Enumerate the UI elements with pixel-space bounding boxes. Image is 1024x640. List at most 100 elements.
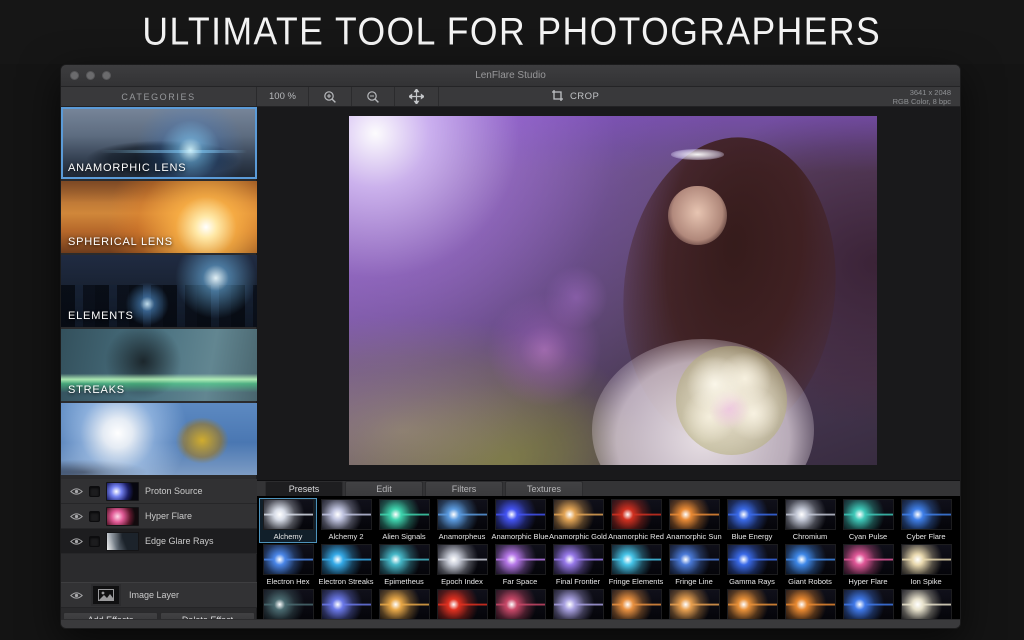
preset-name: Fringe Line (675, 577, 713, 586)
preset-ion-spike[interactable]: Ion Spike (897, 543, 955, 588)
sidebar: ANAMORPHIC LENS SPHERICAL LENS ELEMENTS STR… (61, 107, 257, 620)
toolbar-divider (438, 87, 439, 106)
layer-row-proton-source[interactable]: Proton Source (61, 479, 257, 504)
preset-thumbnail (437, 499, 488, 530)
layer-checkbox[interactable] (89, 486, 100, 497)
bride-bouquet (676, 346, 787, 454)
preset-name: Ion Spike (910, 577, 941, 586)
eye-icon[interactable] (69, 509, 83, 523)
preset-name: Alien Signals (382, 532, 425, 541)
tab-edit[interactable]: Edit (345, 481, 423, 496)
preset-alien-signals[interactable]: Alien Signals (375, 498, 433, 543)
preset-anamorphic-red[interactable]: Anamorphic Red (607, 498, 665, 543)
preset-name: Epimetheus (384, 577, 424, 586)
preset-name: Cyan Pulse (849, 532, 887, 541)
preset-thumbnail (495, 544, 546, 575)
preset-cyber-flare[interactable]: Cyber Flare (897, 498, 955, 543)
preset-anamorphic-sun[interactable]: Anamorphic Sun (665, 498, 723, 543)
preset-fringe-elements[interactable]: Fringe Elements (607, 543, 665, 588)
preset-name: Hyper Flare (848, 577, 887, 586)
zoom-out-button[interactable] (352, 87, 394, 106)
effect-layer-list: Proton SourceHyper Flare Edge Glare Rays (61, 479, 257, 554)
minimize-button[interactable] (86, 71, 95, 80)
layer-row-hyper-flare[interactable]: Hyper Flare (61, 504, 257, 529)
preset-name: Alchemy 2 (328, 532, 363, 541)
category-elements[interactable]: ELEMENTS (61, 255, 257, 327)
preset-alchemy-2[interactable]: Alchemy 2 (317, 498, 375, 543)
category-anamorphic-lens[interactable]: ANAMORPHIC LENS (61, 107, 257, 179)
preset-anamorphic-blue[interactable]: Anamorphic Blue (491, 498, 549, 543)
move-arrows-icon (409, 89, 424, 104)
preset-blue-energy[interactable]: Blue Energy (723, 498, 781, 543)
layer-thumbnail (106, 482, 139, 501)
photo-bride (349, 116, 877, 465)
preset-thumbnail (263, 589, 314, 620)
preset-cyan-pulse[interactable]: Cyan Pulse (839, 498, 897, 543)
preset-electron-hex[interactable]: Electron Hex (259, 543, 317, 588)
crop-label: CROP (570, 91, 599, 102)
layer-row-edge-glare-rays[interactable]: Edge Glare Rays (61, 529, 257, 554)
preset-chromium[interactable]: Chromium (781, 498, 839, 543)
category-streaks[interactable]: STREAKS (61, 329, 257, 401)
preset-electron-streaks[interactable]: Electron Streaks (317, 543, 375, 588)
category-thumbnail-4[interactable] (61, 403, 257, 475)
preset-thumbnail (843, 499, 894, 530)
image-layer-row[interactable]: Image Layer (61, 582, 257, 608)
zoom-level: 100 % (257, 87, 308, 106)
preset-final-frontier[interactable]: Final Frontier (549, 543, 607, 588)
bottom-panel: PresetsEditFiltersTextures AlchemyAlchem… (257, 481, 961, 629)
preset-alchemy[interactable]: Alchemy (259, 498, 317, 543)
preset-gamma-rays[interactable]: Gamma Rays (723, 543, 781, 588)
layer-checkbox[interactable] (89, 511, 100, 522)
close-button[interactable] (70, 71, 79, 80)
app-window: LenFlare Studio CATEGORIES 100 % (60, 64, 961, 629)
preset-epimetheus[interactable]: Epimetheus (375, 543, 433, 588)
preset-thumbnail (611, 544, 662, 575)
preset-thumbnail (321, 544, 372, 575)
category-label: SPHERICAL LENS (68, 236, 173, 248)
preset-anamorpheus[interactable]: Anamorpheus (433, 498, 491, 543)
pan-tool-button[interactable] (395, 87, 438, 106)
preset-fringe-line[interactable]: Fringe Line (665, 543, 723, 588)
preset-name: Cyber Flare (906, 532, 945, 541)
preset-far-space[interactable]: Far Space (491, 543, 549, 588)
window-title: LenFlare Studio (61, 70, 960, 81)
eye-icon[interactable] (69, 588, 83, 602)
category-spherical-lens[interactable]: SPHERICAL LENS (61, 181, 257, 253)
preset-thumbnail (727, 544, 778, 575)
preset-name: Gamma Rays (729, 577, 775, 586)
preset-anamorphic-gold[interactable]: Anamorphic Gold (549, 498, 607, 543)
image-info: 3641 x 2048 RGB Color, 8 bpc (893, 87, 960, 106)
preset-hyper-flare[interactable]: Hyper Flare (839, 543, 897, 588)
canvas-area[interactable] (257, 107, 961, 481)
crop-button[interactable]: CROP (535, 87, 615, 106)
tab-presets[interactable]: Presets (265, 481, 343, 496)
eye-icon[interactable] (69, 484, 83, 498)
title-bar: LenFlare Studio (61, 65, 960, 87)
preset-thumbnail (843, 544, 894, 575)
preset-name: Chromium (793, 532, 828, 541)
preset-thumbnail (553, 589, 604, 620)
preset-giant-robots[interactable]: Giant Robots (781, 543, 839, 588)
preset-thumbnail (495, 499, 546, 530)
preset-epoch-index[interactable]: Epoch Index (433, 543, 491, 588)
tab-textures[interactable]: Textures (505, 481, 583, 496)
preset-name: Electron Streaks (318, 577, 373, 586)
presets-panel: Alchemy Alchemy 2 Alien Signals Anamorpheus… (257, 496, 961, 620)
zoom-in-button[interactable] (309, 87, 351, 106)
category-label: ANAMORPHIC LENS (68, 162, 186, 174)
image-color-mode: RGB Color, 8 bpc (893, 97, 951, 106)
traffic-lights (70, 71, 111, 80)
preset-thumbnail (669, 499, 720, 530)
preset-thumbnail (379, 499, 430, 530)
category-label: STREAKS (68, 384, 125, 396)
zoom-window-button[interactable] (102, 71, 111, 80)
preset-thumbnail (785, 499, 836, 530)
marketing-banner: ULTIMATE TOOL FOR PHOTOGRAPHERS (0, 0, 1024, 64)
eye-icon[interactable] (69, 534, 83, 548)
preset-name: Epoch Index (441, 577, 483, 586)
layer-name: Edge Glare Rays (145, 536, 214, 546)
tab-filters[interactable]: Filters (425, 481, 503, 496)
preset-thumbnail (785, 544, 836, 575)
layer-checkbox[interactable] (89, 536, 100, 547)
